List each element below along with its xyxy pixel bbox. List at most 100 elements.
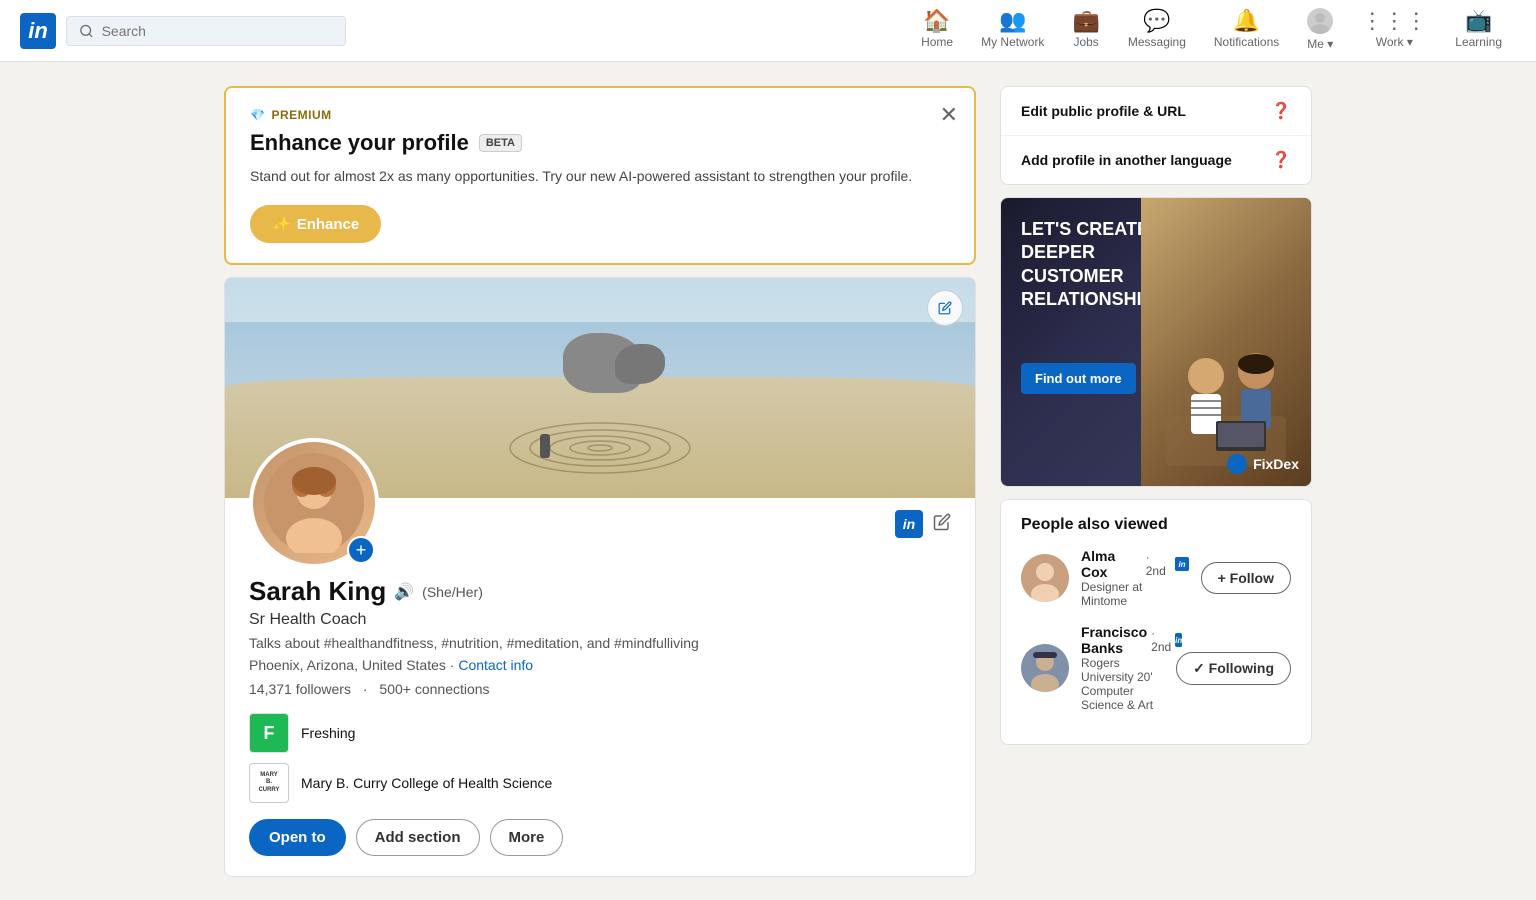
beta-badge: BETA bbox=[479, 134, 522, 152]
nav-learning[interactable]: 📺 Learning bbox=[1441, 0, 1516, 62]
company1-name: Freshing bbox=[301, 725, 355, 741]
nav-notifications-label: Notifications bbox=[1214, 35, 1279, 49]
sound-icon[interactable]: 🔊 bbox=[394, 582, 414, 602]
edit-public-profile-item[interactable]: Edit public profile & URL ❓ bbox=[1001, 87, 1311, 136]
add-section-button[interactable]: Add section bbox=[356, 819, 480, 856]
profile-location: Phoenix, Arizona, United States · Contac… bbox=[249, 657, 951, 673]
messaging-icon: 💬 bbox=[1143, 10, 1170, 32]
profile-name: Sarah King bbox=[249, 576, 386, 607]
search-input[interactable] bbox=[102, 23, 333, 39]
nav-me[interactable]: Me ▾ bbox=[1293, 0, 1347, 62]
edit-public-profile-label: Edit public profile & URL bbox=[1021, 103, 1186, 119]
edit-cover-button[interactable] bbox=[927, 290, 963, 326]
francisco-li-badge: in bbox=[1175, 633, 1182, 647]
main-column: 💎 PREMIUM Enhance your profile BETA Stan… bbox=[224, 86, 976, 877]
francisco-info: Francisco Banks · 2nd in Rogers Universi… bbox=[1081, 624, 1164, 712]
pronouns: (She/Her) bbox=[422, 584, 483, 600]
alma-avatar bbox=[1021, 554, 1069, 602]
work-icon: ⋮⋮⋮ bbox=[1361, 10, 1427, 32]
avatar-add-button[interactable]: + bbox=[347, 536, 375, 564]
help-icon-2: ❓ bbox=[1271, 150, 1291, 170]
company2-name: Mary B. Curry College of Health Science bbox=[301, 775, 552, 791]
profile-tags: Talks about #healthandfitness, #nutritio… bbox=[249, 635, 951, 651]
more-button[interactable]: More bbox=[490, 819, 564, 856]
francisco-name: Francisco Banks · 2nd in bbox=[1081, 624, 1164, 656]
francisco-role: Rogers University 20' Computer Science &… bbox=[1081, 656, 1164, 712]
open-to-button[interactable]: Open to bbox=[249, 819, 346, 856]
ad-cta-button[interactable]: Find out more bbox=[1021, 363, 1136, 394]
profile-links-card: Edit public profile & URL ❓ Add profile … bbox=[1000, 86, 1312, 185]
home-icon: 🏠 bbox=[923, 10, 950, 32]
edit-profile-button[interactable] bbox=[933, 513, 951, 536]
linkedin-logo[interactable]: in bbox=[20, 13, 56, 49]
my-network-icon: 👥 bbox=[999, 10, 1026, 32]
profile-stats[interactable]: 14,371 followers · 500+ connections bbox=[249, 681, 951, 697]
nav-items: 🏠 Home 👥 My Network 💼 Jobs 💬 Messaging 🔔… bbox=[907, 0, 1516, 62]
person-item-francisco: Francisco Banks · 2nd in Rogers Universi… bbox=[1021, 624, 1291, 712]
people-also-viewed-title: People also viewed bbox=[1021, 516, 1291, 534]
banner-description: Stand out for almost 2x as many opportun… bbox=[250, 166, 950, 187]
search-icon bbox=[79, 23, 94, 39]
profile-actions-top: in bbox=[895, 510, 951, 538]
connections-count: 500+ connections bbox=[379, 681, 489, 697]
banner-title: Enhance your profile BETA bbox=[250, 130, 950, 156]
people-also-viewed-card: People also viewed Alma Cox · 2nd in bbox=[1000, 499, 1312, 745]
learning-icon: 📺 bbox=[1465, 10, 1492, 32]
nav-learning-label: Learning bbox=[1455, 35, 1502, 49]
person-item-alma: Alma Cox · 2nd in Designer at Mintome + … bbox=[1021, 548, 1291, 608]
profile-companies: F Freshing MARYB.CURRY Mary B. Curry Col… bbox=[249, 713, 951, 803]
nav-jobs[interactable]: 💼 Jobs bbox=[1058, 0, 1113, 62]
nav-jobs-label: Jobs bbox=[1073, 35, 1098, 49]
alma-role: Designer at Mintome bbox=[1081, 580, 1189, 608]
profile-buttons: Open to Add section More bbox=[249, 819, 951, 856]
avatar-image bbox=[264, 453, 364, 553]
enhance-button[interactable]: ✨ Enhance bbox=[250, 205, 381, 243]
profile-card: in bbox=[224, 277, 976, 877]
nav-messaging[interactable]: 💬 Messaging bbox=[1114, 0, 1200, 62]
company-item-freshing: F Freshing bbox=[249, 713, 951, 753]
advertisement-card: LET'S CREATE DEEPER CUSTOMER RELATIONSHI… bbox=[1000, 197, 1312, 487]
pencil-edit-icon bbox=[933, 513, 951, 531]
me-avatar bbox=[1307, 8, 1333, 34]
notifications-icon: 🔔 bbox=[1233, 10, 1260, 32]
curry-logo: MARYB.CURRY bbox=[249, 763, 289, 803]
brand-dot bbox=[1227, 454, 1247, 474]
nav-me-label: Me ▾ bbox=[1307, 37, 1333, 51]
search-bar[interactable] bbox=[66, 16, 346, 46]
nav-work[interactable]: ⋮⋮⋮ Work ▾ bbox=[1347, 0, 1441, 62]
cover-rock2 bbox=[615, 344, 665, 384]
nav-home-label: Home bbox=[921, 35, 953, 49]
nav-my-network-label: My Network bbox=[981, 35, 1044, 49]
add-language-item[interactable]: Add profile in another language ❓ bbox=[1001, 136, 1311, 184]
brand-name: FixDex bbox=[1253, 456, 1299, 472]
pencil-icon bbox=[938, 301, 952, 315]
jobs-icon: 💼 bbox=[1072, 10, 1099, 32]
profile-name-row: Sarah King 🔊 (She/Her) bbox=[249, 576, 951, 607]
contact-info-link[interactable]: Contact info bbox=[458, 657, 533, 673]
enhance-icon: ✨ bbox=[272, 215, 291, 233]
ad-figures bbox=[1141, 198, 1312, 486]
nav-home[interactable]: 🏠 Home bbox=[907, 0, 967, 62]
page-layout: 💎 PREMIUM Enhance your profile BETA Stan… bbox=[204, 86, 1332, 877]
nav-messaging-label: Messaging bbox=[1128, 35, 1186, 49]
freshing-logo: F bbox=[249, 713, 289, 753]
alma-degree: · 2nd bbox=[1146, 550, 1172, 578]
nav-my-network[interactable]: 👥 My Network bbox=[967, 0, 1058, 62]
profile-title: Sr Health Coach bbox=[249, 611, 951, 629]
nav-notifications[interactable]: 🔔 Notifications bbox=[1200, 0, 1293, 62]
linkedin-badge-icon: in bbox=[895, 510, 923, 538]
alma-li-badge: in bbox=[1175, 557, 1188, 571]
add-language-label: Add profile in another language bbox=[1021, 152, 1232, 168]
premium-label: 💎 PREMIUM bbox=[250, 108, 950, 122]
close-banner-button[interactable]: ✕ bbox=[940, 104, 958, 126]
ad-brand: FixDex bbox=[1227, 454, 1299, 474]
followers-count: 14,371 followers bbox=[249, 681, 351, 697]
following-francisco-button[interactable]: ✓ Following bbox=[1176, 652, 1291, 685]
nav-work-label: Work ▾ bbox=[1376, 35, 1413, 49]
francisco-avatar bbox=[1021, 644, 1069, 692]
avatar-wrap: + bbox=[249, 438, 379, 568]
francisco-degree: · 2nd bbox=[1151, 626, 1171, 654]
cover-spiral-art bbox=[500, 398, 700, 478]
follow-alma-button[interactable]: + Follow bbox=[1201, 562, 1291, 594]
alma-info: Alma Cox · 2nd in Designer at Mintome bbox=[1081, 548, 1189, 608]
